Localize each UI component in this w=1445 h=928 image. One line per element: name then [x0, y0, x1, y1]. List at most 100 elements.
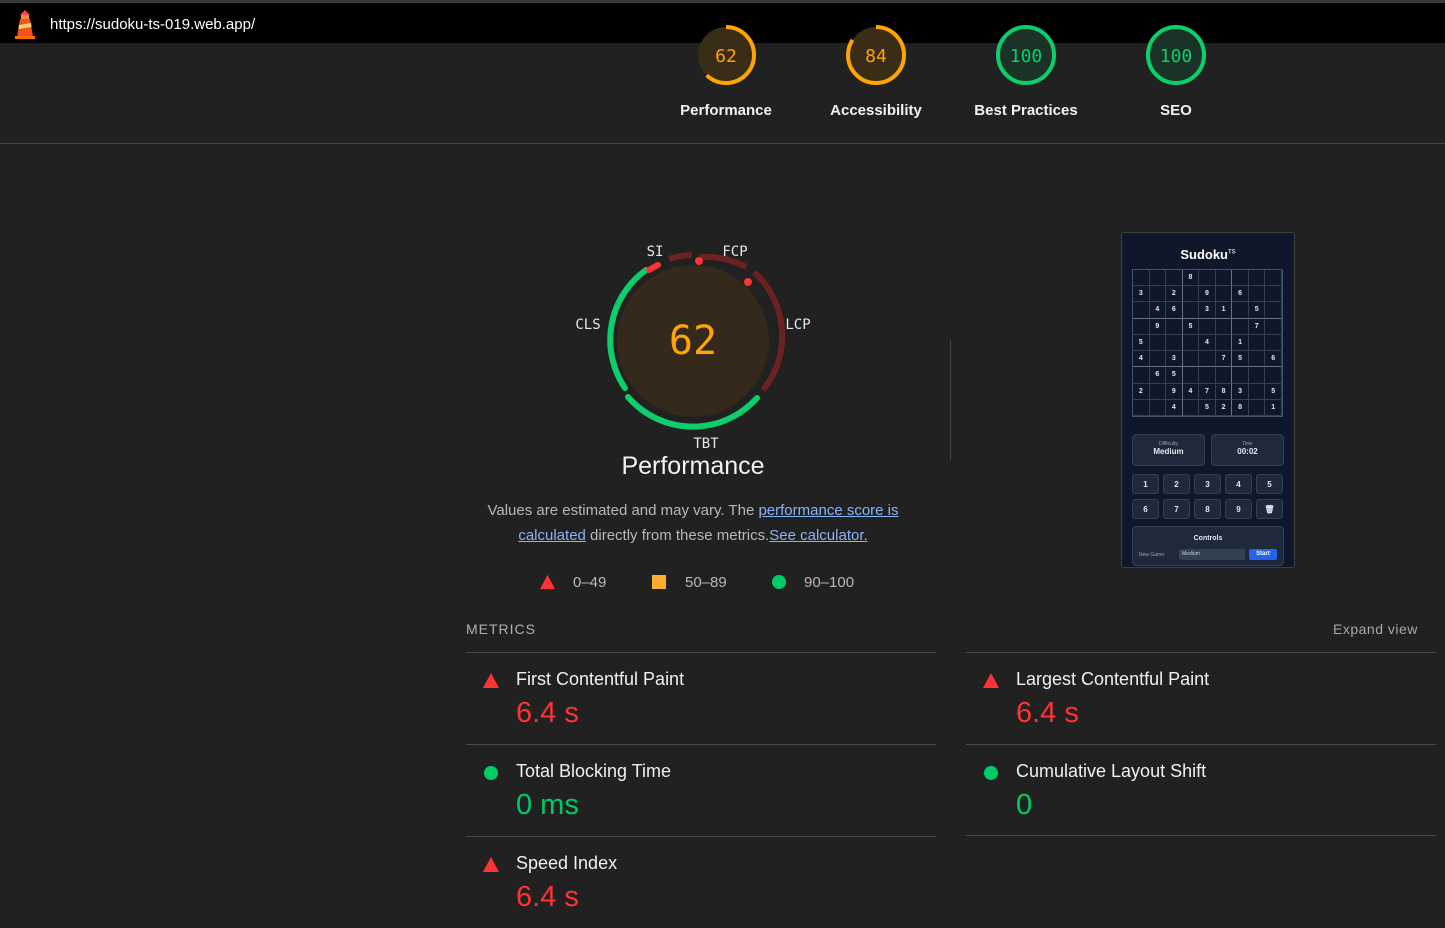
sudoku-cell: [1215, 367, 1233, 384]
metric-value: 0 ms: [516, 789, 579, 821]
gauge-label: Accessibility: [830, 102, 922, 119]
lcp-dot: [744, 278, 752, 286]
performance-description: Values are estimated and may vary. The p…: [466, 498, 920, 548]
sudoku-cell: [1248, 270, 1266, 287]
sudoku-cell: 4: [1182, 383, 1200, 400]
fail-triangle-icon: [483, 673, 499, 693]
keypad-key: 9: [1225, 499, 1252, 519]
fcp-dot: [695, 257, 703, 265]
gauge-label: SEO: [1160, 102, 1192, 119]
sudoku-cell: 8: [1232, 399, 1249, 416]
performance-gauge: SI FCP LCP CLS TBT 62: [560, 230, 830, 490]
metric-name: Largest Contentful Paint: [1016, 669, 1210, 689]
sudoku-cell: 8: [1215, 383, 1233, 400]
metric-si: Speed Index 6.4 s: [466, 836, 936, 928]
keypad-key: 6: [1132, 499, 1159, 519]
square-icon: [652, 575, 666, 593]
sudoku-cell: 1: [1232, 334, 1249, 352]
gauge-label-si: SI: [647, 244, 664, 260]
gauge-seo[interactable]: 100 SEO: [1101, 25, 1251, 143]
sudoku-cell: [1265, 302, 1282, 319]
gauge-label-lcp: LCP: [785, 317, 810, 333]
sudoku-cell: 4: [1166, 399, 1183, 416]
sudoku-cell: [1166, 334, 1183, 352]
divider: [950, 340, 951, 460]
metric-cls: Cumulative Layout Shift 0: [966, 744, 1436, 836]
sudoku-cell: 5: [1199, 399, 1216, 416]
sudoku-cell: [1133, 399, 1150, 416]
pass-circle-icon: [983, 765, 999, 786]
sudoku-cell: [1232, 367, 1249, 384]
sudoku-cell: 6: [1149, 367, 1167, 384]
see-calculator-link[interactable]: See calculator.: [769, 527, 867, 544]
metric-value: 6.4 s: [1016, 697, 1079, 729]
sudoku-cell: [1248, 367, 1266, 384]
gauge-label: Performance: [680, 102, 772, 119]
metric-value: 6.4 s: [516, 697, 579, 729]
sudoku-cell: [1265, 367, 1282, 384]
metric-name: Total Blocking Time: [516, 761, 672, 781]
sudoku-cell: [1182, 302, 1200, 319]
sudoku-cell: 7: [1248, 318, 1266, 335]
sudoku-cell: 3: [1199, 302, 1216, 319]
metric-name: Speed Index: [516, 853, 618, 873]
pass-circle-icon: [483, 765, 499, 786]
sudoku-cell: [1133, 318, 1150, 335]
sudoku-cell: 6: [1166, 302, 1183, 319]
address-bar-url[interactable]: https://sudoku-ts-019.web.app/: [50, 16, 255, 33]
sudoku-cell: [1199, 270, 1216, 287]
sudoku-cell: 5: [1182, 318, 1200, 335]
legend-average-label: 50–89: [685, 574, 727, 591]
metric-name: First Contentful Paint: [516, 669, 685, 689]
sudoku-cell: [1215, 318, 1233, 335]
sudoku-cell: [1265, 318, 1282, 335]
sudoku-cell: 2: [1133, 383, 1150, 400]
sudoku-grid: 83296463159575414375665294783545281: [1132, 269, 1283, 417]
sudoku-cell: 6: [1265, 351, 1282, 368]
fail-triangle-icon: [483, 857, 499, 877]
gauge-best-practices[interactable]: 100 Best Practices: [951, 25, 1101, 143]
gauge-score: 84: [865, 46, 887, 67]
sudoku-cell: 7: [1199, 383, 1216, 400]
sudoku-cell: [1215, 334, 1233, 352]
gauge-performance[interactable]: 62 Performance: [651, 25, 801, 143]
lighthouse-icon: [12, 9, 38, 39]
circle-icon: [772, 575, 786, 593]
sudoku-cell: [1149, 334, 1167, 352]
performance-score: 62: [669, 318, 717, 364]
sudoku-cell: [1182, 286, 1200, 303]
difficulty-box: Difficulty Medium: [1132, 434, 1205, 466]
sudoku-cell: 2: [1215, 399, 1233, 416]
sudoku-cell: 1: [1265, 399, 1282, 416]
sudoku-cell: 5: [1232, 351, 1249, 368]
sudoku-cell: [1248, 351, 1266, 368]
sudoku-cell: 5: [1248, 302, 1266, 319]
sudoku-cell: [1199, 318, 1216, 335]
sudoku-cell: [1149, 286, 1167, 303]
sudoku-cell: 4: [1133, 351, 1150, 368]
gauge-score: 100: [1009, 46, 1043, 67]
metric-name: Cumulative Layout Shift: [1016, 761, 1207, 781]
final-screenshot-thumbnail[interactable]: SudokuTS 8329646315957541437566529478354…: [1121, 232, 1295, 568]
legend-fail-label: 0–49: [573, 574, 607, 591]
si-fill: [646, 262, 661, 273]
sudoku-cell: [1133, 270, 1150, 287]
triangle-icon: [540, 575, 555, 593]
keypad-key: 🗑: [1256, 499, 1283, 519]
expand-view-toggle[interactable]: Expand view: [1333, 621, 1418, 637]
sudoku-cell: [1149, 270, 1167, 287]
sudoku-cell: [1248, 334, 1266, 352]
performance-gauge-svg: SI FCP LCP CLS TBT 62: [575, 244, 810, 452]
gauge-accessibility[interactable]: 84 Accessibility: [801, 25, 951, 143]
sudoku-cell: 9: [1166, 383, 1183, 400]
sudoku-cell: [1248, 383, 1266, 400]
sudoku-cell: [1166, 270, 1183, 287]
sudoku-cell: 9: [1149, 318, 1167, 335]
si-segment: [668, 252, 693, 262]
sudoku-cell: [1248, 399, 1266, 416]
sudoku-cell: [1182, 399, 1200, 416]
sudoku-cell: [1215, 270, 1233, 287]
sudoku-cell: [1199, 367, 1216, 384]
sudoku-cell: [1182, 334, 1200, 352]
keypad-key: 7: [1163, 499, 1190, 519]
